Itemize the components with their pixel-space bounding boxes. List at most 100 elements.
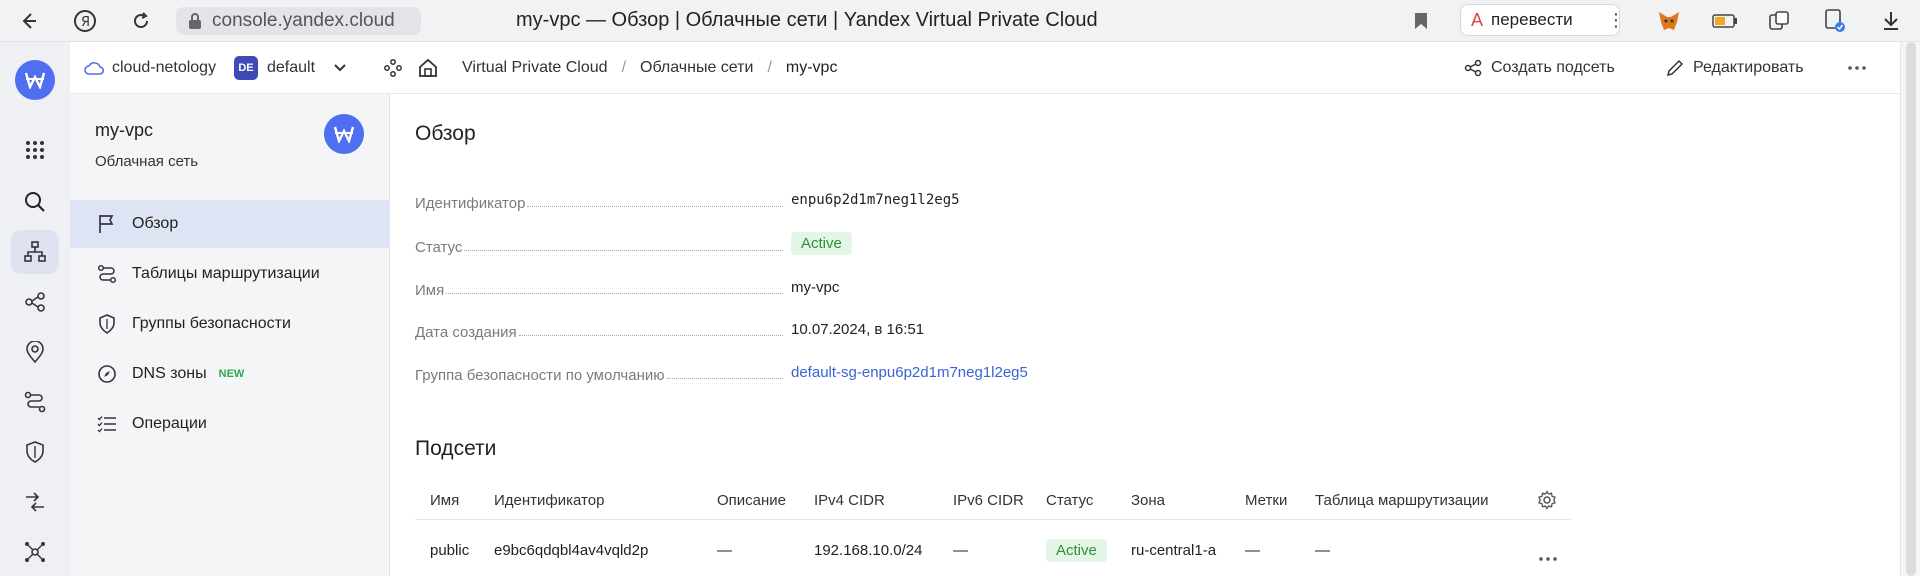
field-name-value: my-vpc <box>791 279 840 296</box>
column-header: IPv6 CIDR <box>953 492 1024 509</box>
breadcrumb-current: my-vpc <box>785 59 838 76</box>
translate-icon: A <box>1471 9 1484 30</box>
folder-name: default <box>267 59 316 76</box>
vpc-service-icon <box>324 114 364 154</box>
more-horizontal-icon[interactable] <box>1848 42 1866 94</box>
route-icon <box>96 263 118 285</box>
page-scrollbar[interactable] <box>1900 42 1920 576</box>
breadcrumb-cloud-networks[interactable]: Облачные сети <box>640 59 753 77</box>
field-default-sg: Группа безопасности по умолчанию <box>415 360 785 384</box>
column-header: IPv4 CIDR <box>814 492 885 509</box>
subnet-route-table: — <box>1315 542 1330 559</box>
subnet-description: — <box>717 542 732 559</box>
field-key: Дата создания <box>415 324 517 341</box>
reload-icon[interactable] <box>128 8 154 34</box>
battery-icon[interactable] <box>1712 8 1738 34</box>
sidebar-item-label: DNS зоны <box>132 365 207 382</box>
column-header: Таблица маршрутизации <box>1315 492 1489 509</box>
field-status-value: Active <box>791 232 852 255</box>
field-key: Группа безопасности по умолчанию <box>415 367 665 384</box>
cloud-icon <box>84 62 104 75</box>
row-actions-more-icon[interactable] <box>1539 548 1557 566</box>
subnet-ipv4: 192.168.10.0/24 <box>814 542 923 559</box>
resource-name: my-vpc <box>95 120 153 140</box>
flag-icon <box>96 213 118 235</box>
status-badge: Active <box>791 232 852 255</box>
download-icon[interactable] <box>1878 8 1904 34</box>
yandex-logo-icon[interactable]: Я <box>72 8 98 34</box>
field-created: Дата создания <box>415 317 785 341</box>
subnet-name[interactable]: public <box>430 542 469 559</box>
location-pin-icon[interactable] <box>11 330 59 374</box>
share-nodes-icon <box>1464 59 1482 77</box>
sidebar-item-label: Операции <box>132 415 207 432</box>
services-rail <box>0 42 70 576</box>
translate-label: перевести <box>1491 10 1573 29</box>
shield-icon[interactable] <box>11 430 59 474</box>
subnet-labels: — <box>1245 542 1260 559</box>
extension-icon[interactable] <box>1766 8 1792 34</box>
sidebar-item-label: Обзор <box>132 215 179 232</box>
page-tab-title: my-vpc — Обзор | Облачные сети | Yandex … <box>516 9 1098 31</box>
lock-icon <box>189 13 201 29</box>
translate-button[interactable]: A перевести ⋮ <box>1460 4 1625 36</box>
breadcrumb-vpc[interactable]: Virtual Private Cloud <box>462 59 608 77</box>
edit-label: Редактировать <box>1693 59 1804 76</box>
sidebar-item-security-groups[interactable]: Группы безопасности <box>70 300 390 348</box>
new-badge: NEW <box>218 368 245 380</box>
scrollbar-thumb[interactable] <box>1906 42 1916 576</box>
status-badge: Active <box>1046 539 1107 562</box>
field-name: Имя <box>415 275 785 299</box>
column-header: Метки <box>1245 492 1288 509</box>
browser-toolbar: Я console.yandex.cloud my-vpc — Обзор | … <box>0 0 1920 42</box>
back-arrow-icon[interactable] <box>16 8 42 34</box>
all-services-icon[interactable] <box>11 128 59 172</box>
column-header: Статус <box>1046 492 1094 509</box>
field-id-value: enpu6p2d1m7neg1l2eg5 <box>791 192 960 208</box>
folder-selector[interactable]: DE default <box>234 42 347 94</box>
edit-button[interactable]: Редактировать <box>1666 42 1804 94</box>
sidebar-item-operations[interactable]: Операции <box>70 400 390 448</box>
metamask-fox-icon[interactable] <box>1656 8 1682 34</box>
more-vertical-icon[interactable]: ⋮ <box>1607 10 1625 31</box>
yandex-cloud-logo-icon[interactable] <box>15 60 55 100</box>
document-check-icon[interactable] <box>1822 8 1848 34</box>
pencil-icon <box>1666 59 1684 77</box>
route-icon[interactable] <box>11 380 59 424</box>
subnet-ipv6: — <box>953 542 968 559</box>
folder-badge: DE <box>234 56 258 80</box>
search-icon[interactable] <box>11 180 59 224</box>
create-subnet-button[interactable]: Создать подсеть <box>1464 42 1615 94</box>
sidebar-item-overview[interactable]: Обзор <box>70 200 390 248</box>
cluster-nodes-icon[interactable] <box>11 530 59 574</box>
chevron-down-icon <box>334 64 346 72</box>
default-sg-link[interactable]: default-sg-enpu6p2d1m7neg1l2eg5 <box>791 364 1028 381</box>
table-settings-gear-icon[interactable] <box>1537 490 1557 515</box>
sidebar-item-dns-zones[interactable]: DNS зоны NEW <box>70 350 390 398</box>
bookmark-icon[interactable] <box>1408 8 1434 34</box>
cloud-selector[interactable]: cloud-netology <box>84 42 216 94</box>
column-header: Имя <box>430 492 460 509</box>
home-icon[interactable] <box>418 42 438 94</box>
breadcrumb-separator: / <box>767 59 772 76</box>
svg-text:Я: Я <box>81 15 90 30</box>
subnets-title: Подсети <box>415 437 497 460</box>
table-row[interactable]: public e9bc6qdqbl4av4vqld2p — 192.168.10… <box>415 520 1571 568</box>
sidebar-item-route-tables[interactable]: Таблицы маршрутизации <box>70 250 390 298</box>
column-header: Зона <box>1131 492 1166 509</box>
resource-sidebar: my-vpc Облачная сеть Обзор Таблицы маршр… <box>70 94 390 576</box>
field-id: Идентификатор <box>415 188 785 212</box>
network-icon[interactable] <box>11 230 59 274</box>
transfer-arrows-icon[interactable] <box>11 480 59 524</box>
cloud-name: cloud-netology <box>112 59 217 76</box>
field-key: Имя <box>415 282 445 299</box>
field-key: Идентификатор <box>415 195 526 212</box>
address-bar[interactable]: console.yandex.cloud <box>176 7 421 35</box>
breadcrumb: Virtual Private Cloud / Облачные сети / … <box>462 42 837 94</box>
service-graph-icon[interactable] <box>384 42 402 94</box>
breadcrumb-separator: / <box>621 59 627 76</box>
field-status: Статус <box>415 232 785 256</box>
overview-title: Обзор <box>415 122 476 145</box>
subnet-zone: ru-central1-a <box>1131 542 1217 559</box>
share-nodes-icon[interactable] <box>11 280 59 324</box>
